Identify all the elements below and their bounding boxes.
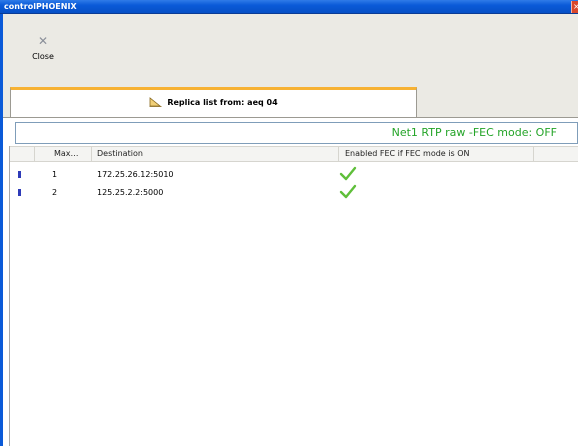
row-destination: 125.25.2.2:5000 [97,188,164,197]
column-header-max[interactable]: Max… [35,147,92,161]
tab-replica-list[interactable]: Replica list from: aeq 04 [10,87,417,117]
column-header-destination[interactable]: Destination [92,147,339,161]
table-header: Max… Destination Enabled FEC if FEC mode… [10,146,578,162]
content-panel: Net1 RTP raw -FEC mode: OFF Max… Destina… [3,118,578,446]
toolbar: ✕ Close [3,14,578,86]
row-max: 1 [52,170,58,179]
checkmark-icon [339,166,357,181]
window-close-button[interactable]: × [571,1,578,13]
row-marker [18,171,21,178]
replica-list-icon [149,97,162,107]
close-icon: ✕ [37,34,49,48]
tab-label: Replica list from: aeq 04 [167,98,278,107]
close-button[interactable]: ✕ Close [26,32,60,72]
column-header-fec-enabled[interactable]: Enabled FEC if FEC mode is ON [339,147,534,161]
column-header-filler [534,147,578,161]
fec-status-box: Net1 RTP raw -FEC mode: OFF [15,122,578,144]
row-marker [18,189,21,196]
window-title: controlPHOENIX [4,2,77,11]
table-row[interactable]: 2 125.25.2.2:5000 [10,184,578,200]
column-header-marker[interactable] [10,147,35,161]
title-bar: controlPHOENIX × [0,0,578,14]
replica-table: Max… Destination Enabled FEC if FEC mode… [9,146,578,446]
row-max: 2 [52,188,58,197]
fec-status-text: Net1 RTP raw -FEC mode: OFF [391,126,557,139]
close-button-label: Close [32,52,54,61]
checkmark-icon [339,184,357,199]
table-row[interactable]: 1 172.25.26.12:5010 [10,166,578,182]
row-destination: 172.25.26.12:5010 [97,170,174,179]
tab-strip: Replica list from: aeq 04 [3,86,578,118]
